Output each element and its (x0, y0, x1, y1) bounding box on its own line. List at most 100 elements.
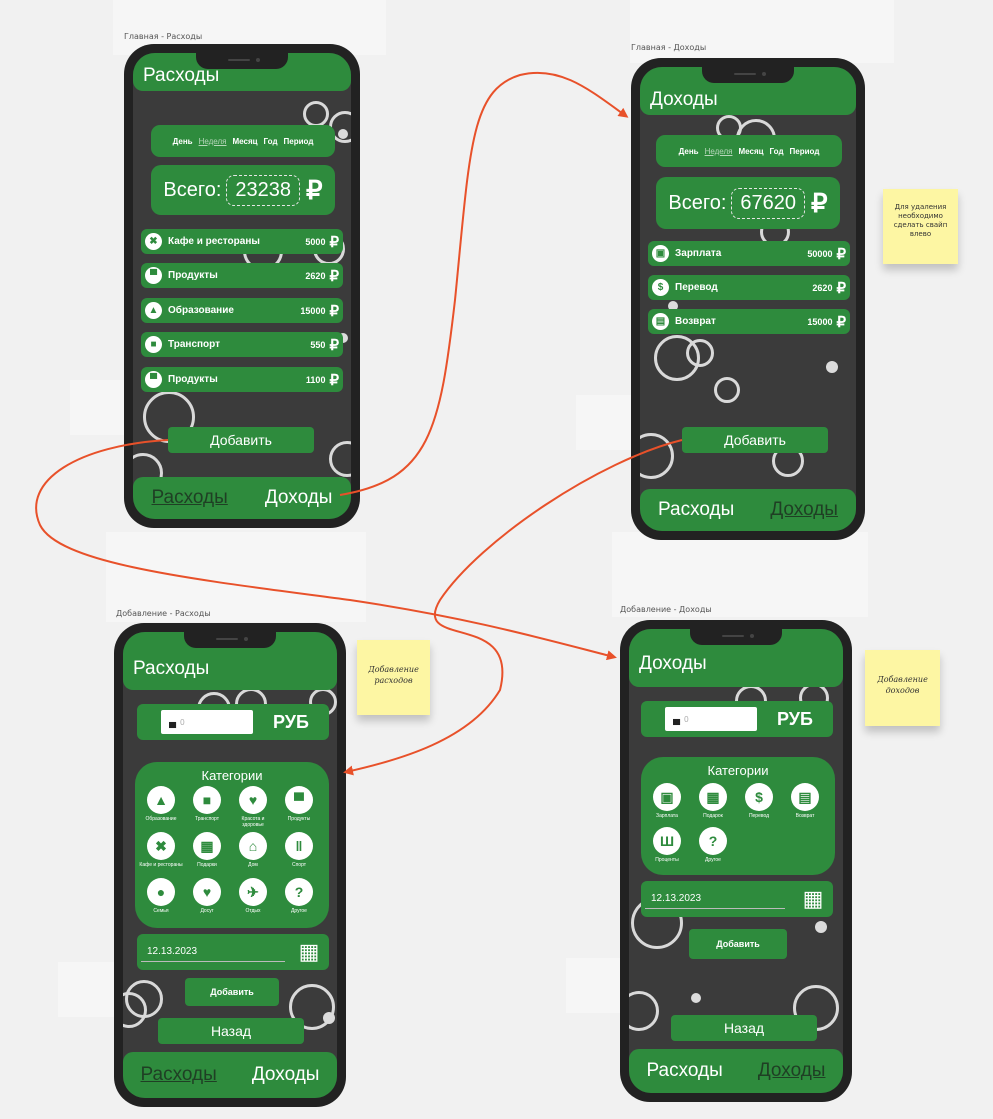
tab-period[interactable]: Период (790, 147, 820, 156)
date-field[interactable]: 12.13.2023 ▦ (641, 881, 833, 917)
category-gift[interactable]: ▦ Подарок (691, 783, 735, 819)
item-name: Транспорт (168, 339, 221, 350)
category-label: Семья (153, 908, 169, 914)
amount-input[interactable]: ▄ 0 (665, 707, 757, 731)
tab-day[interactable]: День (173, 137, 193, 146)
category-leisure[interactable]: ♥ Досуг (185, 878, 229, 914)
tab-week[interactable]: Неделя (199, 137, 227, 146)
tab-period[interactable]: Период (284, 137, 314, 146)
category-vacation[interactable]: ✈ Отдых (231, 878, 275, 914)
frame-label: Главная - Доходы (631, 43, 707, 52)
total-label: Всего: (668, 191, 727, 214)
category-interest[interactable]: Ш Проценты (645, 827, 689, 863)
nav-income[interactable]: Доходы (265, 487, 333, 509)
back-button[interactable]: Назад (671, 1015, 817, 1041)
ruble-icon: ₽ (306, 174, 323, 205)
calendar-icon[interactable]: ▦ (297, 940, 321, 964)
phone-notch (184, 632, 276, 648)
period-tabs: День Неделя Месяц Год Период (151, 125, 335, 157)
ruble-icon: ₽ (329, 336, 339, 354)
add-button[interactable]: Добавить (682, 427, 828, 453)
list-item[interactable]: ▣ Зарплата 50000 ₽ (648, 241, 850, 266)
list-item[interactable]: $ Перевод 2620 ₽ (648, 275, 850, 300)
phone-expenses-main: Расходы День Неделя Месяц Год Период Все… (124, 44, 360, 528)
ruble-icon: ₽ (836, 245, 846, 263)
list-item[interactable]: ✖ Кафе и рестораны 5000 ₽ (141, 229, 343, 254)
category-education[interactable]: ▲ Образование (139, 786, 183, 822)
tab-month[interactable]: Месяц (232, 137, 257, 146)
nav-income[interactable]: Доходы (758, 1060, 826, 1082)
calendar-icon[interactable]: ▦ (801, 887, 825, 911)
list-item[interactable]: ▲ Образование 15000 ₽ (141, 298, 343, 323)
date-value: 12.13.2023 (651, 893, 702, 904)
tab-year[interactable]: Год (264, 137, 278, 146)
category-home[interactable]: ⌂ Дом (231, 832, 275, 868)
nav-expenses[interactable]: Расходы (141, 1064, 217, 1086)
basket-icon: ▀ (145, 371, 162, 388)
sticky-note-text: Для удаления необходимо сделать свайп вл… (893, 203, 948, 238)
decor-dot (338, 129, 348, 139)
amount-input[interactable]: ▄ 0 (161, 710, 253, 734)
ruble-icon: ₽ (329, 267, 339, 285)
add-button[interactable]: Добавить (168, 427, 314, 453)
sticky-note: Для удаления необходимо сделать свайп вл… (883, 189, 958, 264)
date-underline (141, 961, 285, 962)
category-other[interactable]: ? Другое (691, 827, 735, 863)
decor-circle (714, 377, 740, 403)
category-transfer[interactable]: $ Перевод (737, 783, 781, 819)
tab-year[interactable]: Год (770, 147, 784, 156)
income-add-screen: Доходы ▄ 0 РУБ Категории ▣ Зарплата ▦ Пода… (629, 629, 843, 1093)
list-item[interactable]: ▤ Возврат 15000 ₽ (648, 309, 850, 334)
tab-week[interactable]: Неделя (705, 147, 733, 156)
item-amount: 550 (310, 339, 326, 350)
add-button[interactable]: Добавить (185, 978, 279, 1006)
add-button[interactable]: Добавить (689, 929, 787, 959)
item-amount: 5000 (305, 236, 326, 247)
frame-background (576, 395, 636, 450)
list-item[interactable]: ■ Транспорт 550 ₽ (141, 332, 343, 357)
category-salary[interactable]: ▣ Зарплата (645, 783, 689, 819)
category-label: Досуг (200, 908, 214, 914)
bus-icon: ■ (145, 336, 162, 353)
category-beauty[interactable]: ♥ Красота и здоровье (231, 786, 275, 828)
category-groceries[interactable]: ▀ Продукты (277, 786, 321, 822)
category-refund[interactable]: ▤ Возврат (783, 783, 827, 819)
back-button[interactable]: Назад (158, 1018, 304, 1044)
category-transport[interactable]: ■ Транспорт (185, 786, 229, 822)
graduation-cap-icon: ▲ (147, 786, 175, 814)
nav-expenses[interactable]: Расходы (152, 487, 228, 509)
category-gifts[interactable]: ▦ Подарки (185, 832, 229, 868)
list-item[interactable]: ▀ Продукты 1100 ₽ (141, 367, 343, 392)
decor-dot (323, 1012, 335, 1024)
category-family[interactable]: ● Семья (139, 878, 183, 914)
amount-row: ▄ 0 РУБ (641, 701, 833, 737)
dumbbell-icon: ‖ (285, 832, 313, 860)
category-sport[interactable]: ‖ Спорт (277, 832, 321, 868)
transfer-icon: $ (652, 279, 669, 296)
date-field[interactable]: 12.13.2023 ▦ (137, 934, 329, 970)
bottom-nav: Расходы Доходы (640, 489, 856, 531)
decor-dot (815, 921, 827, 933)
nav-expenses[interactable]: Расходы (647, 1060, 723, 1082)
phone-notch (196, 53, 288, 69)
expenses-add-screen: Расходы ▄ 0 РУБ Категории ▲ Образование ■… (123, 632, 337, 1098)
category-label: Кафе и рестораны (139, 862, 183, 868)
category-label: Проценты (655, 857, 679, 863)
nav-expenses[interactable]: Расходы (658, 499, 734, 521)
item-amount: 15000 (300, 305, 326, 316)
nav-income[interactable]: Доходы (770, 499, 838, 521)
categories-title: Категории (707, 763, 769, 778)
item-name: Продукты (168, 374, 218, 385)
nav-income[interactable]: Доходы (252, 1064, 320, 1086)
category-label: Транспорт (194, 816, 220, 822)
category-cafe[interactable]: ✖ Кафе и рестораны (139, 832, 183, 868)
ruble-icon: ₽ (836, 279, 846, 297)
total-label: Всего: (163, 178, 222, 201)
category-label: Зарплата (656, 813, 678, 819)
tab-month[interactable]: Месяц (738, 147, 763, 156)
tab-day[interactable]: День (679, 147, 699, 156)
amount-row: ▄ 0 РУБ (137, 704, 329, 740)
basket-icon: ▀ (285, 786, 313, 814)
list-item[interactable]: ▀ Продукты 2620 ₽ (141, 263, 343, 288)
category-other[interactable]: ? Другое (277, 878, 321, 914)
